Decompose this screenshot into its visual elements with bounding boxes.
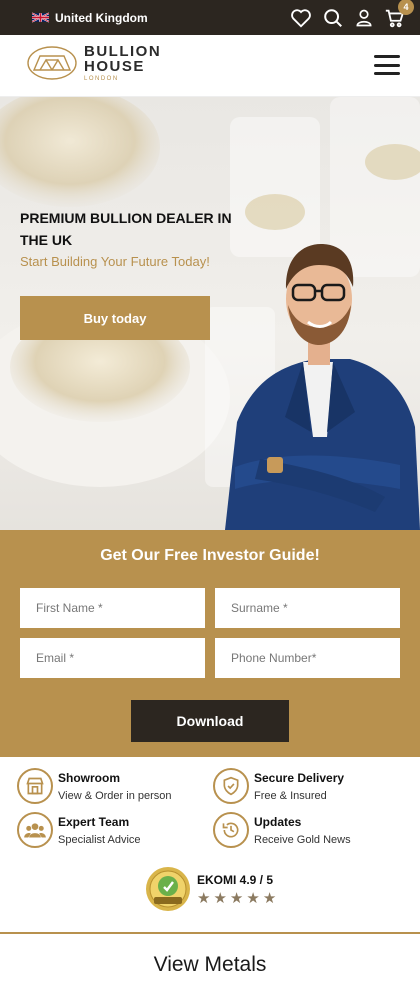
investor-guide-form: Get Our Free Investor Guide! Download	[0, 530, 420, 757]
features-section: Showroom View & Order in person Secure D…	[0, 757, 420, 933]
star-icon: ★	[197, 889, 211, 907]
feature-subtitle: Free & Insured	[254, 789, 327, 802]
feature-updates: Updates Receive Gold News	[213, 812, 351, 848]
ekomi-rating-text: EKOMI 4.9 / 5	[197, 872, 274, 887]
clock-icon	[213, 812, 249, 848]
guide-title: Get Our Free Investor Guide!	[100, 547, 320, 564]
surname-field[interactable]	[215, 588, 400, 628]
shield-icon	[213, 768, 249, 804]
dealer-portrait-image	[225, 243, 420, 530]
ekomi-seal-icon	[146, 867, 190, 911]
feature-title: Showroom	[58, 770, 120, 785]
uk-flag-icon	[32, 12, 49, 23]
feature-expert-team: Expert Team Specialist Advice	[17, 812, 141, 848]
menu-button[interactable]	[374, 55, 400, 75]
feature-title: Expert Team	[58, 814, 130, 829]
site-header: BULLION HOUSE LONDON	[0, 35, 420, 97]
feature-subtitle: Specialist Advice	[58, 833, 141, 846]
menu-icon-bar	[374, 72, 400, 75]
menu-icon-bar	[374, 55, 400, 58]
team-icon	[17, 812, 53, 848]
star-rating: ★ ★ ★ ★ ★	[197, 891, 276, 906]
download-button[interactable]: Download	[131, 700, 289, 742]
logo-text-london: LONDON	[84, 76, 119, 82]
gold-bar-logo-icon	[27, 46, 77, 80]
hero-banner: PREMIUM BULLION DEALER IN THE UK Start B…	[0, 97, 420, 530]
cart-count-badge: 4	[398, 0, 414, 15]
star-icon: ★	[213, 889, 227, 907]
feature-subtitle: Receive Gold News	[254, 833, 351, 846]
first-name-field[interactable]	[20, 588, 205, 628]
hero-subtitle: Start Building Your Future Today!	[20, 254, 210, 269]
store-icon	[17, 768, 53, 804]
region-label: United Kingdom	[55, 10, 148, 25]
hero-title: PREMIUM BULLION DEALER IN THE UK	[20, 210, 232, 248]
star-icon: ★	[246, 889, 260, 907]
email-field[interactable]	[20, 638, 205, 678]
feature-subtitle: View & Order in person	[58, 789, 172, 802]
star-icon: ★	[229, 889, 244, 907]
feature-title: Updates	[254, 814, 302, 829]
section-divider	[0, 932, 420, 934]
buy-today-button[interactable]: Buy today	[20, 296, 210, 340]
view-metals-heading: View Metals	[153, 953, 267, 976]
user-icon[interactable]	[354, 7, 374, 29]
cart-button[interactable]: 4	[384, 0, 414, 29]
search-icon[interactable]	[322, 7, 344, 29]
logo-text-house: HOUSE	[84, 58, 145, 75]
heart-icon[interactable]	[290, 7, 312, 29]
menu-icon-bar	[374, 63, 400, 67]
logo-text-bullion: BULLION	[84, 43, 162, 60]
ekomi-rating-badge[interactable]: EKOMI 4.9 / 5 ★ ★ ★ ★ ★	[145, 866, 276, 912]
feature-title: Secure Delivery	[254, 770, 345, 785]
star-icon: ★	[262, 889, 277, 907]
feature-showroom: Showroom View & Order in person	[17, 768, 172, 804]
top-bar: United Kingdom 4	[0, 0, 420, 35]
phone-field[interactable]	[215, 638, 400, 678]
feature-secure-delivery: Secure Delivery Free & Insured	[213, 768, 344, 804]
region-selector[interactable]: United Kingdom	[32, 0, 148, 35]
logo[interactable]: BULLION HOUSE LONDON	[26, 44, 161, 82]
